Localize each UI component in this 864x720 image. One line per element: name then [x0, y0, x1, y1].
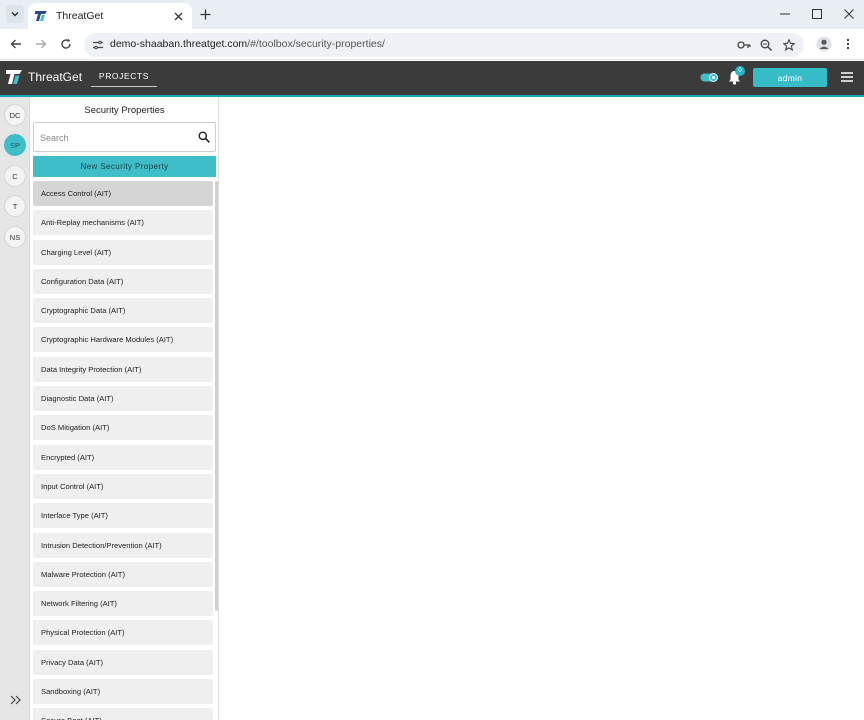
security-properties-panel: Security Properties New Security Propert…: [30, 97, 219, 720]
address-bar[interactable]: demo-shaaban.threatget.com/#/toolbox/sec…: [84, 33, 804, 57]
security-property-item[interactable]: Cryptographic Hardware Modules (AIT): [33, 327, 213, 353]
threatget-logo-icon[interactable]: [5, 68, 23, 86]
security-property-item[interactable]: Privacy Data (AIT): [33, 649, 213, 675]
profile-avatar-icon[interactable]: [816, 36, 832, 52]
hamburger-menu-icon[interactable]: [841, 72, 853, 82]
security-property-item[interactable]: Cryptographic Data (AIT): [33, 298, 213, 324]
security-property-item[interactable]: Configuration Data (AIT): [33, 268, 213, 294]
window-close-icon[interactable]: [839, 5, 859, 23]
security-property-item[interactable]: Intrusion Detection/Prevention (AIT): [33, 532, 213, 558]
security-property-item[interactable]: Network Filtering (AIT): [33, 591, 213, 617]
search-icon[interactable]: [198, 131, 210, 143]
security-property-item[interactable]: Physical Protection (AIT): [33, 620, 213, 646]
panel-title: Security Properties: [84, 105, 165, 116]
main-content-area: [220, 97, 864, 720]
security-property-item[interactable]: Secure Boot (AIT): [33, 708, 213, 720]
zoom-icon[interactable]: [758, 37, 774, 53]
notification-count-badge: 0: [735, 66, 745, 76]
reload-icon[interactable]: [58, 36, 74, 52]
back-arrow-icon[interactable]: [8, 36, 24, 52]
window-minimize-icon[interactable]: [775, 5, 795, 23]
search-box: [33, 122, 216, 152]
forward-arrow-icon[interactable]: [33, 36, 49, 52]
security-property-list: Access Control (AIT) Anti-Replay mechanis…: [33, 181, 213, 720]
app-name: ThreatGet: [28, 70, 83, 84]
url-text: demo-shaaban.threatget.com/#/toolbox/sec…: [110, 38, 385, 50]
security-property-item[interactable]: Sandboxing (AIT): [33, 679, 213, 705]
security-property-item[interactable]: Input Control (AIT): [33, 473, 213, 499]
list-scrollbar[interactable]: [215, 181, 218, 611]
user-admin-button[interactable]: admin: [753, 68, 827, 87]
security-property-item[interactable]: Diagnostic Data (AIT): [33, 386, 213, 412]
expand-double-chevron-icon[interactable]: [9, 694, 21, 706]
site-info-icon[interactable]: [90, 37, 106, 53]
new-security-property-button[interactable]: New Security Property: [33, 156, 216, 177]
rail-button-ns[interactable]: NS: [4, 226, 26, 248]
threatget-favicon-icon: [35, 11, 47, 21]
nav-projects-link[interactable]: PROJECTS: [91, 71, 157, 87]
browser-toolbar: demo-shaaban.threatget.com/#/toolbox/sec…: [0, 29, 864, 60]
window-maximize-icon[interactable]: [807, 5, 827, 23]
security-property-item[interactable]: Malware Protection (AIT): [33, 561, 213, 587]
app-header: ThreatGet PROJECTS 0 admin: [0, 61, 864, 95]
browser-tabstrip: ThreatGet: [0, 0, 864, 29]
security-property-item[interactable]: Interface Type (AIT): [33, 503, 213, 529]
tab-close-icon[interactable]: [170, 8, 186, 24]
tab-title: ThreatGet: [56, 10, 104, 22]
security-property-item[interactable]: Encrypted (AIT): [33, 444, 213, 470]
search-input[interactable]: [40, 130, 190, 146]
url-host: demo-shaaban.threatget.com: [110, 38, 248, 50]
bookmark-star-icon[interactable]: [781, 37, 797, 53]
url-path: /#/toolbox/security-properties/: [247, 38, 385, 50]
new-tab-plus-icon[interactable]: [197, 5, 213, 23]
rail-button-sp[interactable]: SP: [4, 134, 26, 156]
security-property-item[interactable]: Data Integrity Protection (AIT): [33, 356, 213, 382]
left-rail: DC SP C T NS: [0, 97, 30, 720]
rail-button-t[interactable]: T: [4, 195, 26, 217]
security-property-item[interactable]: Charging Level (AIT): [33, 239, 213, 265]
browser-tab[interactable]: ThreatGet: [28, 3, 192, 29]
toggle-icon[interactable]: [700, 72, 719, 83]
security-property-item[interactable]: Anti-Replay mechanisms (AIT): [33, 210, 213, 236]
security-property-item[interactable]: Access Control (AIT): [33, 181, 213, 206]
security-property-item[interactable]: DoS Mitigation (AIT): [33, 415, 213, 441]
browser-menu-icon[interactable]: [840, 36, 856, 52]
tab-search-chevron-icon[interactable]: [6, 5, 24, 23]
rail-button-c[interactable]: C: [4, 165, 26, 187]
password-key-icon[interactable]: [736, 37, 752, 53]
rail-button-dc[interactable]: DC: [4, 104, 26, 126]
